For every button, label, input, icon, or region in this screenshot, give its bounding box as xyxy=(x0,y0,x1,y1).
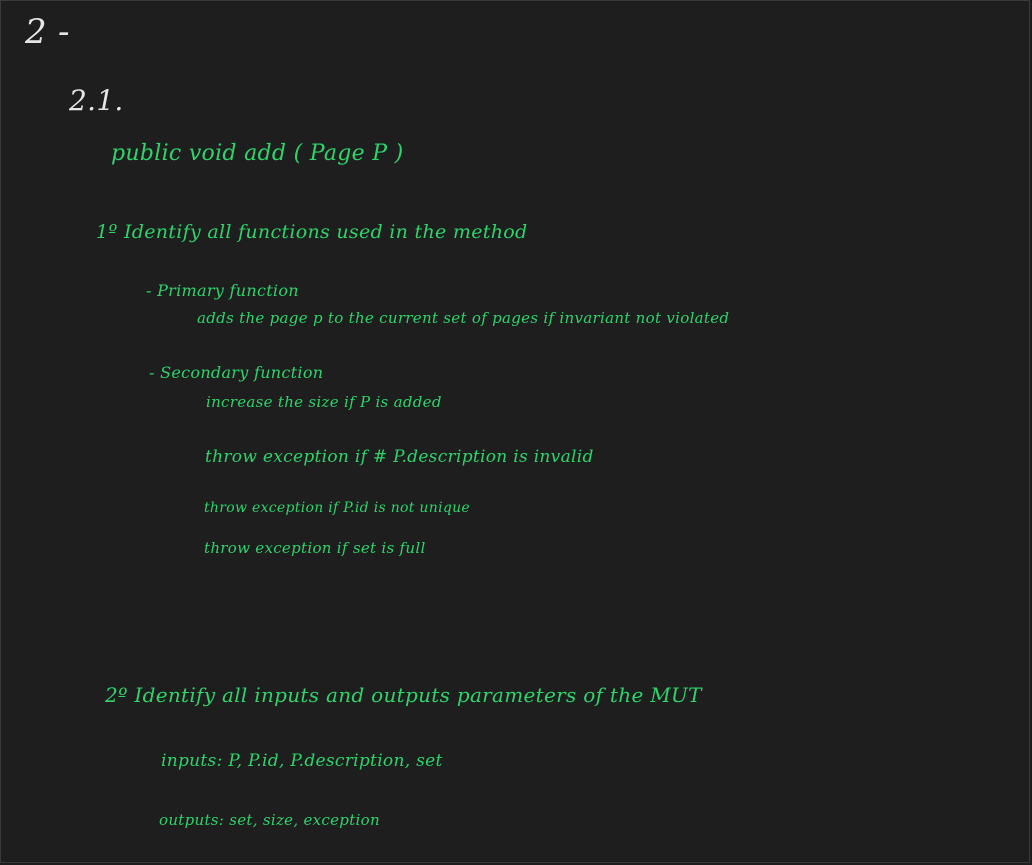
secondary-item: throw exception if P.id is not unique xyxy=(204,500,471,516)
secondary-function-title: - Secondary function xyxy=(149,363,324,382)
secondary-item: throw exception if # P.description is in… xyxy=(205,447,594,467)
inputs-line: inputs: P, P.id, P.description, set xyxy=(161,751,443,771)
section-number: 2 - xyxy=(25,12,70,52)
subsection-number: 2.1. xyxy=(69,84,124,117)
outputs-line: outputs: set, size, exception xyxy=(159,811,380,829)
step1-heading: 1º Identify all functions used in the me… xyxy=(96,221,528,243)
method-signature: public void add ( Page P ) xyxy=(111,141,404,166)
secondary-item: throw exception if set is full xyxy=(204,539,426,557)
primary-function-title: - Primary function xyxy=(146,281,299,300)
primary-function-description: adds the page p to the current set of pa… xyxy=(197,309,730,327)
note-canvas: 2 - 2.1. public void add ( Page P ) 1º I… xyxy=(0,0,1030,863)
secondary-item: increase the size if P is added xyxy=(206,393,442,411)
step2-heading: 2º Identify all inputs and outputs param… xyxy=(105,683,702,707)
